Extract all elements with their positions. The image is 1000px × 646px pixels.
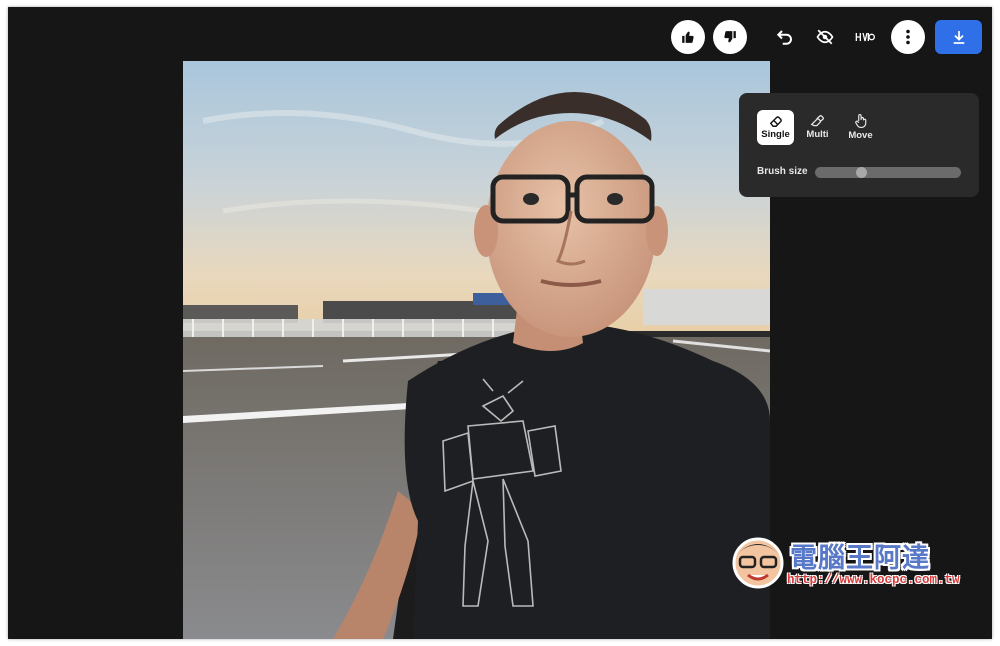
eye-off-icon bbox=[816, 29, 834, 45]
brush-panel: Single Multi Move Brush size bbox=[739, 93, 979, 197]
download-button[interactable] bbox=[935, 20, 982, 54]
undo-button[interactable] bbox=[768, 20, 802, 54]
mode-multi-button[interactable]: Multi bbox=[799, 110, 836, 145]
watermark-title: 電腦王阿達 bbox=[790, 543, 930, 573]
brush-size-slider[interactable] bbox=[815, 167, 961, 178]
undo-icon bbox=[776, 30, 792, 45]
mode-multi-label: Multi bbox=[806, 129, 829, 140]
more-options-button[interactable] bbox=[891, 20, 925, 54]
mode-single-label: Single bbox=[761, 129, 790, 140]
thumbs-up-icon bbox=[682, 31, 694, 43]
multi-eraser-icon bbox=[810, 115, 824, 127]
mode-move-label: Move bbox=[848, 130, 873, 141]
mascot-logo bbox=[732, 537, 784, 589]
mode-single-button[interactable]: Single bbox=[757, 110, 794, 145]
thumbs-up-button[interactable] bbox=[671, 20, 705, 54]
mode-move-button[interactable]: Move bbox=[842, 110, 879, 145]
compare-icon bbox=[855, 32, 875, 42]
more-vertical-icon bbox=[906, 29, 910, 45]
download-icon bbox=[953, 31, 964, 44]
edited-photo[interactable] bbox=[183, 61, 770, 639]
compare-button[interactable] bbox=[848, 20, 882, 54]
watermark-url: http://www.kocpc.com.tw bbox=[787, 573, 960, 587]
thumbs-down-icon bbox=[724, 31, 736, 43]
brush-size-label: Brush size bbox=[757, 166, 808, 177]
brush-size-slider-thumb[interactable] bbox=[855, 167, 867, 178]
watermark: 電腦王阿達 http://www.kocpc.com.tw bbox=[730, 527, 980, 597]
photo-illustration bbox=[183, 61, 770, 639]
hand-pointer-icon bbox=[855, 114, 867, 128]
eraser-icon bbox=[769, 116, 782, 127]
hide-button[interactable] bbox=[808, 20, 842, 54]
editor-window: Single Multi Move Brush size 電腦王阿達 http:… bbox=[8, 7, 992, 639]
thumbs-down-button[interactable] bbox=[713, 20, 747, 54]
